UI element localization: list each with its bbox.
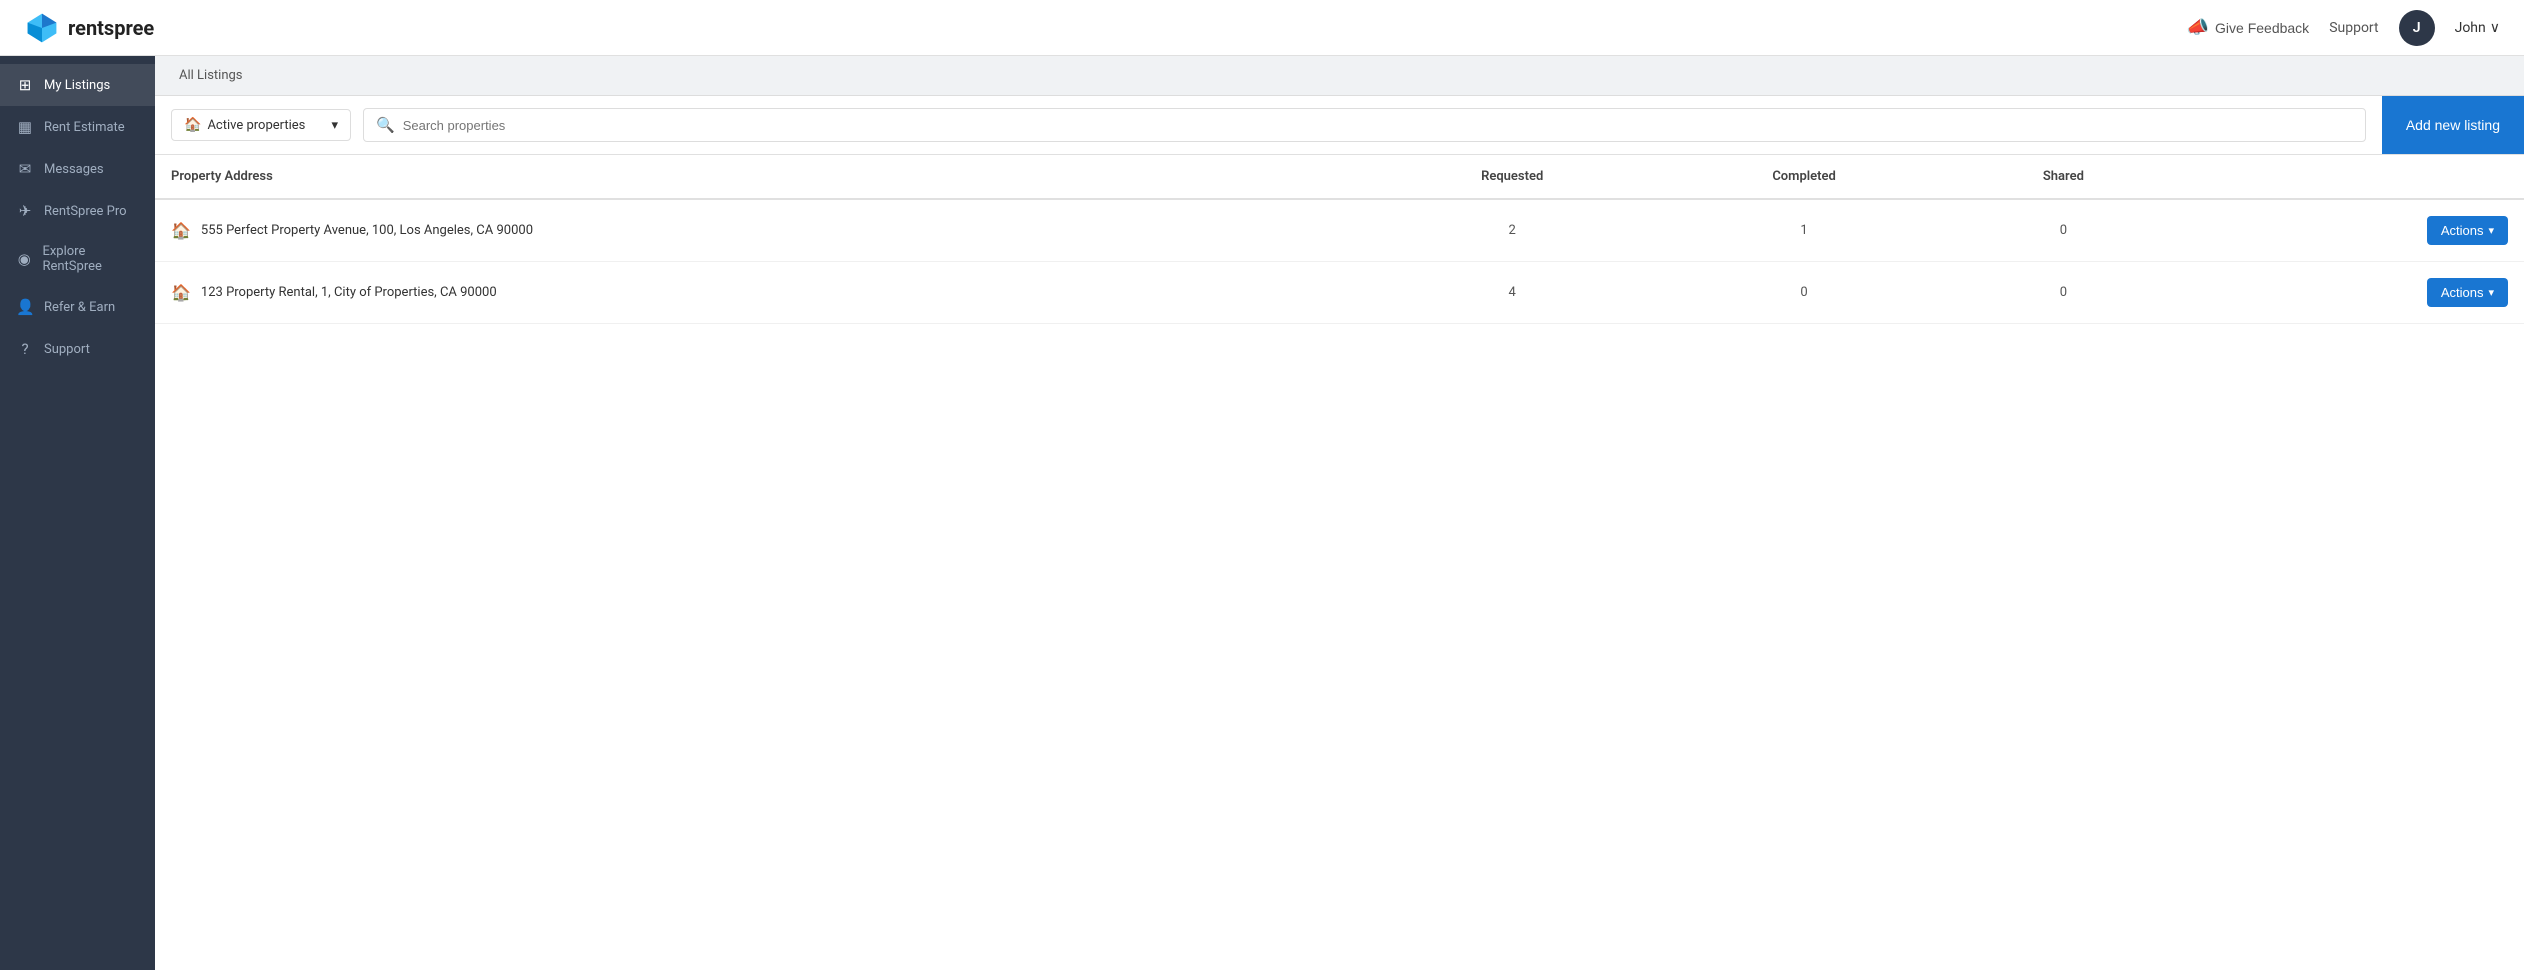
actions-label: Actions <box>2441 285 2484 300</box>
sidebar-item-refer-earn[interactable]: 👤 Refer & Earn <box>0 286 155 328</box>
breadcrumb-text: All Listings <box>179 68 243 83</box>
give-feedback-button[interactable]: 📣 Give Feedback <box>2187 17 2310 38</box>
actions-button[interactable]: Actions ▾ <box>2427 216 2508 245</box>
col-address: Property Address <box>155 155 1367 199</box>
search-wrapper: 🔍 <box>363 108 2366 142</box>
user-name-text: John <box>2455 20 2486 36</box>
col-requested: Requested <box>1367 155 1657 199</box>
sidebar-label-rentspree-pro: RentSpree Pro <box>44 204 127 219</box>
breadcrumb: All Listings <box>155 56 2524 96</box>
completed-cell: 0 <box>1657 262 1951 324</box>
sidebar-label-rent-estimate: Rent Estimate <box>44 120 125 135</box>
sidebar-icon-my-listings: ⊞ <box>16 76 34 94</box>
property-house-icon: 🏠 <box>171 221 191 240</box>
sidebar-label-refer-earn: Refer & Earn <box>44 300 115 315</box>
filter-chevron-icon: ▾ <box>331 118 338 133</box>
sidebar: ⊞ My Listings ▦ Rent Estimate ✉ Messages… <box>0 56 155 970</box>
actions-chevron-icon: ▾ <box>2488 286 2494 299</box>
table-header-row: Property Address Requested Completed Sha… <box>155 155 2524 199</box>
feedback-icon: 📣 <box>2187 17 2209 38</box>
property-address: 555 Perfect Property Avenue, 100, Los An… <box>201 223 533 238</box>
sidebar-item-rentspree-pro[interactable]: ✈ RentSpree Pro <box>0 190 155 232</box>
feedback-label: Give Feedback <box>2215 20 2309 36</box>
sidebar-icon-support: ? <box>16 340 34 358</box>
sidebar-icon-refer-earn: 👤 <box>16 298 34 316</box>
requested-cell: 2 <box>1367 199 1657 262</box>
sidebar-item-support[interactable]: ? Support <box>0 328 155 370</box>
actions-button[interactable]: Actions ▾ <box>2427 278 2508 307</box>
table-header: Property Address Requested Completed Sha… <box>155 155 2524 199</box>
search-input[interactable] <box>403 118 2353 133</box>
user-chevron-icon: ∨ <box>2490 20 2500 36</box>
user-avatar[interactable]: J <box>2399 10 2435 46</box>
search-icon: 🔍 <box>376 116 395 134</box>
main-layout: ⊞ My Listings ▦ Rent Estimate ✉ Messages… <box>0 56 2524 970</box>
sidebar-label-messages: Messages <box>44 162 104 177</box>
logo[interactable]: rentspree <box>24 10 154 46</box>
property-house-icon: 🏠 <box>171 283 191 302</box>
toolbar-container: 🏠 Active properties ▾ 🔍 Add new listing <box>155 96 2524 155</box>
top-nav-right: 📣 Give Feedback Support J John ∨ <box>2187 10 2500 46</box>
sidebar-icon-rent-estimate: ▦ <box>16 118 34 136</box>
sidebar-icon-explore: ◉ <box>16 250 32 268</box>
completed-cell: 1 <box>1657 199 1951 262</box>
actions-cell: Actions ▾ <box>2176 262 2524 324</box>
col-actions <box>2176 155 2524 199</box>
logo-icon <box>24 10 60 46</box>
top-nav: rentspree 📣 Give Feedback Support J John… <box>0 0 2524 56</box>
logo-text: rentspree <box>68 16 154 40</box>
sidebar-item-my-listings[interactable]: ⊞ My Listings <box>0 64 155 106</box>
sidebar-icon-messages: ✉ <box>16 160 34 178</box>
user-name[interactable]: John ∨ <box>2455 20 2500 36</box>
shared-cell: 0 <box>1951 262 2176 324</box>
filter-dropdown[interactable]: 🏠 Active properties ▾ <box>171 109 351 141</box>
sidebar-label-support: Support <box>44 342 90 357</box>
sidebar-item-rent-estimate[interactable]: ▦ Rent Estimate <box>0 106 155 148</box>
table-body: 🏠 555 Perfect Property Avenue, 100, Los … <box>155 199 2524 324</box>
shared-cell: 0 <box>1951 199 2176 262</box>
actions-chevron-icon: ▾ <box>2488 224 2494 237</box>
property-address: 123 Property Rental, 1, City of Properti… <box>201 285 497 300</box>
property-address-cell: 🏠 123 Property Rental, 1, City of Proper… <box>155 262 1367 324</box>
content-area: All Listings 🏠 Active properties ▾ <box>155 56 2524 970</box>
col-shared: Shared <box>1951 155 2176 199</box>
support-link[interactable]: Support <box>2329 20 2378 36</box>
actions-cell: Actions ▾ <box>2176 199 2524 262</box>
property-address-cell: 🏠 555 Perfect Property Avenue, 100, Los … <box>155 199 1367 262</box>
table-row: 🏠 555 Perfect Property Avenue, 100, Los … <box>155 199 2524 262</box>
actions-label: Actions <box>2441 223 2484 238</box>
listings-table: Property Address Requested Completed Sha… <box>155 155 2524 324</box>
sidebar-label-explore: Explore RentSpree <box>42 244 139 274</box>
listings-content: 🏠 Active properties ▾ 🔍 Add new listing <box>155 96 2524 970</box>
sidebar-icon-rentspree-pro: ✈ <box>16 202 34 220</box>
filter-label: Active properties <box>207 118 305 133</box>
add-new-listing-button[interactable]: Add new listing <box>2382 96 2524 154</box>
col-completed: Completed <box>1657 155 1951 199</box>
requested-cell: 4 <box>1367 262 1657 324</box>
sidebar-item-messages[interactable]: ✉ Messages <box>0 148 155 190</box>
toolbar-inner: 🏠 Active properties ▾ 🔍 <box>155 96 2382 154</box>
filter-house-icon: 🏠 <box>184 117 201 133</box>
sidebar-label-my-listings: My Listings <box>44 78 110 93</box>
sidebar-item-explore[interactable]: ◉ Explore RentSpree <box>0 232 155 286</box>
table-row: 🏠 123 Property Rental, 1, City of Proper… <box>155 262 2524 324</box>
